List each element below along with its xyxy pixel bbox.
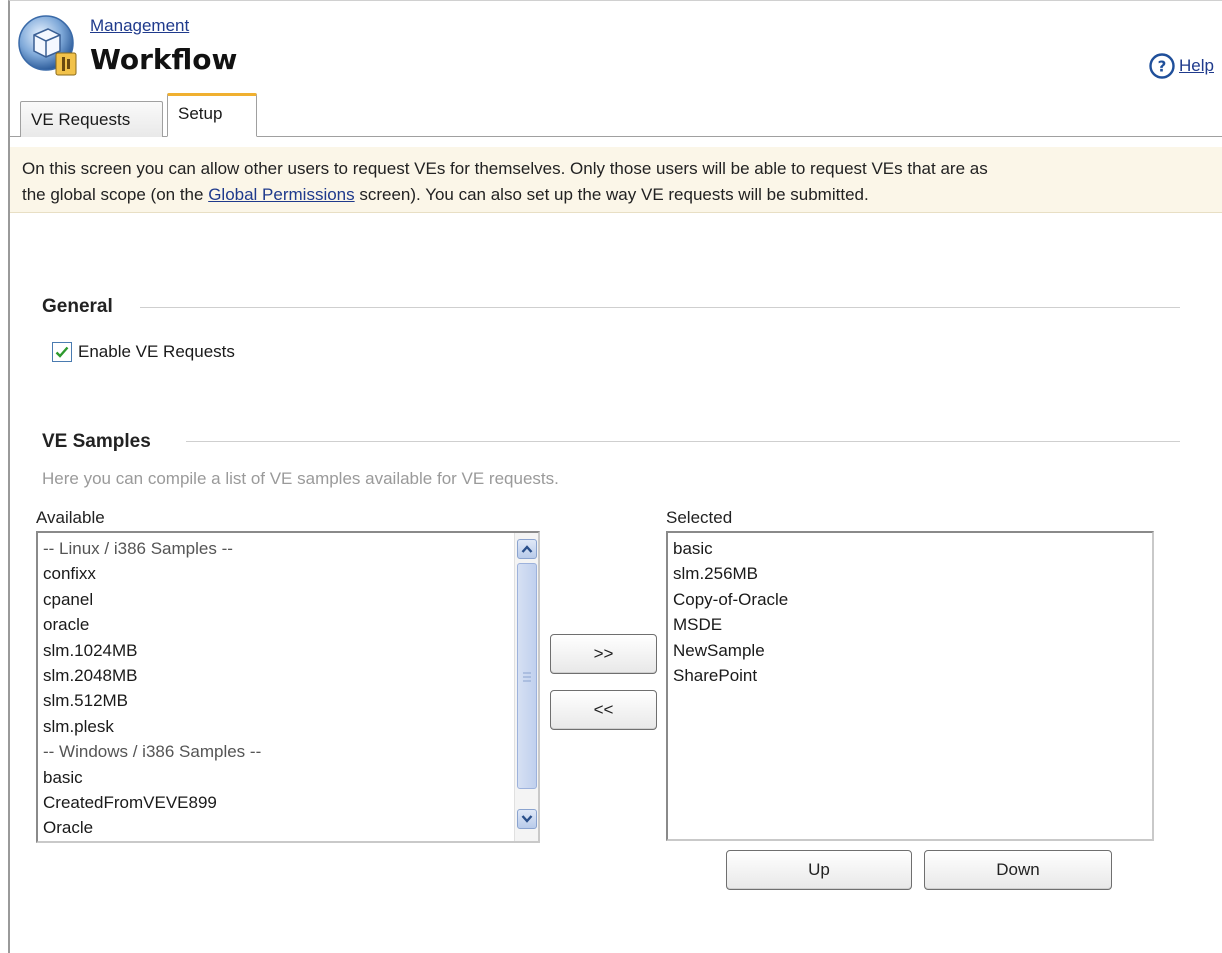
list-item[interactable]: cpanel [43, 587, 538, 612]
list-item[interactable]: SharePoint [673, 663, 1152, 688]
list-item[interactable]: oracle [43, 612, 538, 637]
tab-setup[interactable]: Setup [167, 93, 257, 137]
global-permissions-link[interactable]: Global Permissions [208, 185, 354, 204]
enable-ve-requests-option[interactable]: Enable VE Requests [52, 342, 235, 362]
info-line-1: On this screen you can allow other users… [22, 159, 988, 178]
list-item[interactable]: slm.1024MB [43, 638, 538, 663]
available-options: -- Linux / i386 Samples -- confixx cpanel o… [38, 533, 538, 841]
scroll-up-button[interactable] [517, 539, 537, 559]
selected-samples-list[interactable]: basic slm.256MB Copy-of-Oracle MSDE NewSampl… [666, 531, 1154, 841]
selected-label: Selected [666, 508, 733, 527]
ve-samples-hint: Here you can compile a list of VE sample… [42, 469, 559, 488]
enable-ve-requests-label: Enable VE Requests [78, 342, 235, 361]
list-item[interactable]: MSDE [673, 612, 1152, 637]
section-title-general: General [42, 296, 113, 317]
section-divider [140, 307, 1180, 308]
breadcrumb-management[interactable]: Management [90, 16, 189, 36]
page-title: Workflow [90, 43, 238, 76]
available-samples-list[interactable]: -- Linux / i386 Samples -- confixx cpanel o… [36, 531, 540, 843]
remove-sample-button[interactable]: << [550, 690, 657, 730]
chevron-down-icon [521, 815, 533, 823]
list-item[interactable]: Oracle [43, 815, 538, 840]
svg-text:?: ? [1158, 58, 1167, 76]
info-line-2: the global scope (on the Global Permissi… [22, 182, 1222, 208]
add-sample-button[interactable]: >> [550, 634, 657, 674]
chevron-up-icon [521, 545, 533, 553]
section-title-ve-samples: VE Samples [42, 431, 151, 452]
list-group-header: -- Windows / i386 Samples -- [43, 742, 262, 762]
list-group-header: -- Linux / i386 Samples -- [43, 539, 233, 558]
question-circle-icon[interactable]: ? [1149, 53, 1175, 79]
list-item[interactable]: basic [43, 765, 538, 790]
list-item[interactable]: Copy-of-Oracle [673, 587, 1152, 612]
info-line-2-start: the global scope (on the [22, 185, 209, 204]
list-item[interactable]: basic [673, 536, 1152, 561]
tab-ve-requests[interactable]: VE Requests [20, 101, 163, 137]
info-message: On this screen you can allow other users… [10, 147, 1222, 213]
list-item[interactable]: slm.2048MB [43, 663, 538, 688]
checkmark-icon [55, 346, 69, 358]
enable-ve-requests-checkbox[interactable] [52, 342, 72, 362]
list-item[interactable]: confixx [43, 561, 538, 586]
grip-icon [523, 672, 531, 682]
list-item[interactable]: slm.256MB [673, 561, 1152, 586]
list-item[interactable]: slm.512MB [43, 688, 538, 713]
list-item[interactable]: slm.plesk [43, 714, 538, 739]
info-line-2-end: screen). You can also set up the way VE … [354, 185, 869, 204]
help-link[interactable]: ? Help [1149, 53, 1214, 79]
scroll-down-button[interactable] [517, 809, 537, 829]
selected-options: basic slm.256MB Copy-of-Oracle MSDE NewSampl… [668, 533, 1152, 688]
scroll-thumb[interactable] [517, 563, 537, 789]
list-item[interactable]: NewSample [673, 638, 1152, 663]
move-down-button[interactable]: Down [924, 850, 1112, 890]
available-label: Available [36, 508, 105, 527]
tab-bar: VE Requests Setup [10, 93, 1222, 137]
workflow-page: Management Workflow ? Help VE Requests S… [8, 0, 1222, 953]
section-divider [186, 441, 1180, 442]
move-up-button[interactable]: Up [726, 850, 912, 890]
available-list-scrollbar[interactable] [514, 533, 538, 841]
help-label[interactable]: Help [1179, 56, 1214, 76]
list-item[interactable]: CreatedFromVEVE899 [43, 790, 538, 815]
workflow-app-icon [16, 13, 82, 79]
